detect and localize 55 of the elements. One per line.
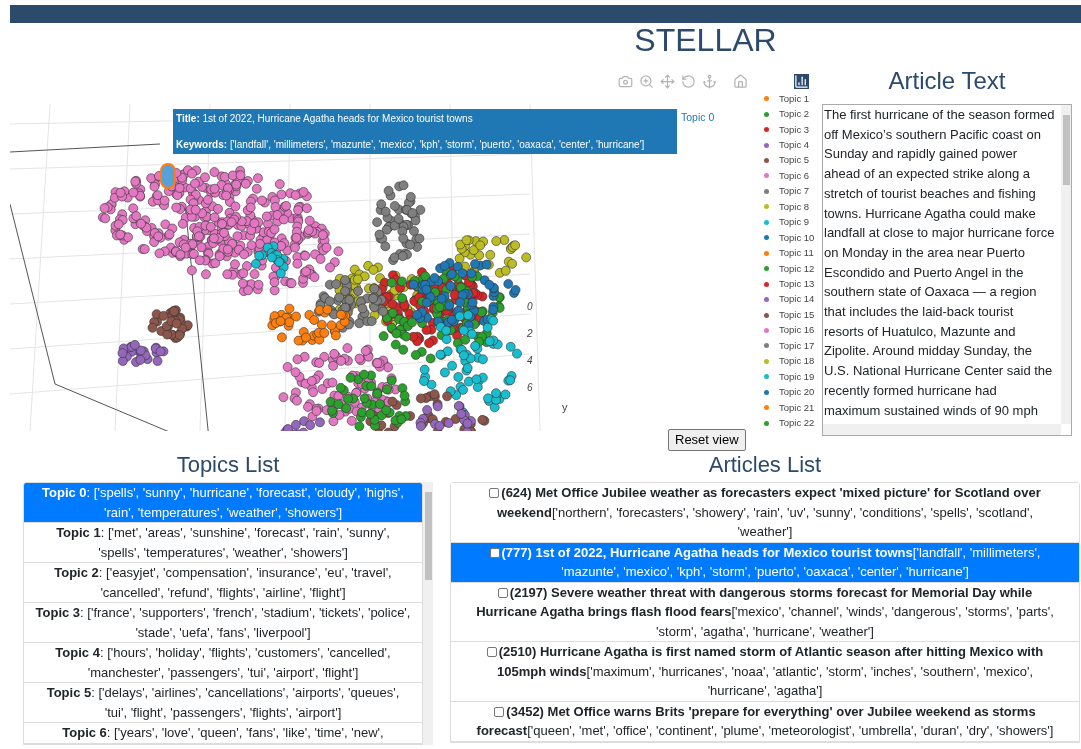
- scrollbar[interactable]: [1061, 105, 1071, 424]
- axis-label: y: [562, 400, 568, 415]
- legend-item[interactable]: Topic 17: [779, 338, 815, 354]
- checkbox[interactable]: [494, 706, 505, 717]
- toolbar-icon[interactable]: [660, 74, 675, 89]
- scrollbar[interactable]: [423, 482, 433, 745]
- cursor-marker-icon: [160, 163, 176, 189]
- legend-item[interactable]: Topic 22: [779, 416, 815, 431]
- legend-item[interactable]: Topic 1: [779, 91, 810, 106]
- home-icon[interactable]: [733, 74, 748, 89]
- topics-heading: Topics List: [175, 451, 281, 479]
- legend-item[interactable]: Topic 14: [779, 292, 815, 307]
- chart-icon[interactable]: [794, 74, 809, 89]
- legend-item[interactable]: Topic 2: [779, 107, 810, 122]
- axis-tick-label: 4: [527, 354, 533, 368]
- checkbox[interactable]: [486, 647, 497, 657]
- toolbar-icon[interactable]: [681, 74, 696, 89]
- horizontal-scrollbar[interactable]: [823, 424, 1061, 435]
- articles-heading: Articles List: [707, 451, 823, 479]
- legend-item[interactable]: Topic 13: [779, 277, 815, 292]
- legend-item[interactable]: Topic 10: [779, 230, 815, 245]
- checkbox[interactable]: [489, 547, 500, 558]
- legend-item[interactable]: Topic 4: [779, 137, 810, 153]
- toolbar-icon[interactable]: [702, 74, 717, 89]
- tooltip-keywords: Keywords: ['landfall', 'millimeters', 'mazunte', 'mexico', 'kph', 'storm', 'puerto', 'oaxaca', 'center', 'hurricane']: [176, 138, 646, 152]
- checkbox[interactable]: [497, 587, 508, 598]
- legend-item[interactable]: Topic 3: [779, 122, 810, 137]
- tooltip-trace-label: Topic 0: [681, 110, 715, 125]
- legend-item[interactable]: Topic 18: [779, 354, 815, 369]
- checkbox[interactable]: [489, 488, 500, 498]
- toolbar-icon[interactable]: [618, 74, 633, 89]
- axis-tick-label: 2: [527, 327, 533, 341]
- tooltip-title: Title: 1st of 2022, Hurricane Agatha heads for Mexico tourist towns: [176, 112, 474, 126]
- legend-item[interactable]: Topic 15: [779, 307, 815, 323]
- legend-item[interactable]: Topic 5: [779, 153, 810, 168]
- legend-item[interactable]: Topic 7: [779, 184, 810, 199]
- legend-item[interactable]: Topic 11: [779, 246, 814, 261]
- legend-item[interactable]: Topic 9: [779, 215, 810, 230]
- axis-tick-label: 6: [527, 381, 533, 395]
- axis-tick-label: 0: [527, 300, 533, 314]
- legend-item[interactable]: Topic 16: [779, 323, 815, 338]
- reset-view-button[interactable]: Reset view: [668, 429, 746, 451]
- article-text: The first hurricane of the season formed off Mexico’s southern Pacific coast on Sunday and rapidly gained power ahead of an expected strike along a stretch of tourist beaches and fishing towns. Hurricane Agatha could make landfall at close to major hurricane force on Monday in the area near Puerto Escondido and Puerto Angel in the southern state of Oaxaca — a region that includes the laid-back tourist resorts of Huatulco, Mazunte and Zipolite. Around midday Sunday, the U.S. National Hurricane Center said the recently formed hurricane had maximum sustained winds of 90 mph: [823, 106, 1056, 420]
- topic-list-item[interactable]: Topic 0: ['spells', 'sunny', 'hurricane', 'forecast', 'cloudy', 'highs', 'rain', 'temperatures', 'weather', 'showers']: [24, 483, 422, 523]
- legend-item[interactable]: Topic 20: [779, 385, 815, 400]
- legend-item[interactable]: Topic 19: [779, 369, 815, 384]
- legend-item[interactable]: Topic 21: [779, 400, 815, 415]
- article-heading: Article Text: [887, 67, 1007, 95]
- legend-item[interactable]: Topic 8: [779, 199, 810, 214]
- article-list-item[interactable]: (777) 1st of 2022, Hurricane Agatha heads for Mexico tourist towns['landfall', 'millimeters', 'mazunte', 'mexico', 'kph', 'storm', 'puerto', 'oaxaca', 'center', 'hurricane']: [451, 542, 1079, 583]
- legend-item[interactable]: Topic 6: [779, 168, 810, 184]
- app-title: STELLAR: [634, 21, 777, 59]
- toolbar-icon[interactable]: [639, 74, 654, 89]
- article-list-item[interactable]: (624) Met Office Jubilee weather as forecasters expect 'mixed picture' for Scotland over weekend['northern', 'forecasters', 'showery', 'rain', 'uv', 'sunny', 'conditions', 'spells', 'scotland', 'weather']: [451, 483, 1079, 543]
- legend-item[interactable]: Topic 12: [779, 261, 815, 276]
